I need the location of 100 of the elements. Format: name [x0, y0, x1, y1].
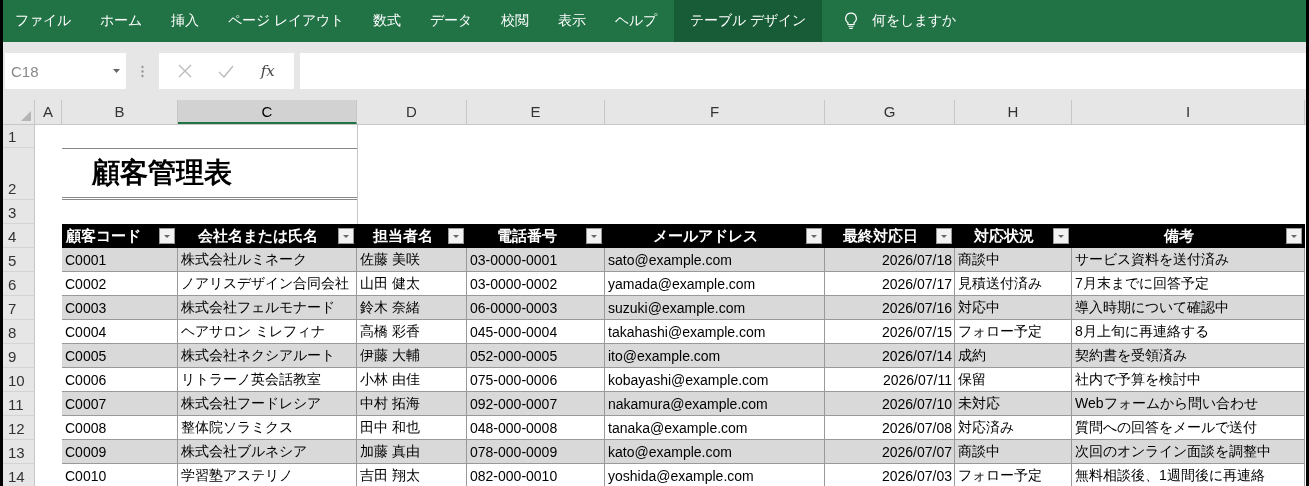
table-cell: ヘアサロン ミレフィナ: [181, 322, 325, 341]
table-cell: 078-000-0009: [470, 443, 558, 460]
table-cell: 2026/07/17: [881, 275, 952, 292]
filter-dropdown-icon[interactable]: [586, 228, 602, 244]
column-header[interactable]: H: [955, 100, 1072, 124]
table-cell: 対応済み: [958, 418, 1014, 437]
row-header[interactable]: 11: [3, 392, 35, 416]
ribbon-tab[interactable]: 校閲: [488, 0, 542, 42]
table-cell: 株式会社ルミネーク: [181, 250, 307, 269]
table-cell: 06-0000-0003: [470, 299, 558, 316]
row-header[interactable]: 7: [3, 296, 35, 320]
table-cell: nakamura@example.com: [608, 395, 768, 412]
row-header[interactable]: 6: [3, 272, 35, 296]
table-cell: 2026/07/11: [882, 371, 952, 388]
table-cell: ノアリスデザイン合同会社: [181, 274, 349, 293]
row-header[interactable]: 12: [3, 416, 35, 440]
ribbon-tab[interactable]: 表示: [545, 0, 599, 42]
table-header: 電話番号: [496, 226, 557, 246]
filter-dropdown-icon[interactable]: [448, 228, 464, 244]
table-cell: 048-000-0008: [470, 419, 558, 436]
check-icon[interactable]: [218, 64, 235, 78]
table-cell: C0006: [65, 371, 107, 388]
table-cell: 2026/07/18: [881, 251, 952, 268]
table-cell: 株式会社フードレシア: [181, 394, 321, 413]
column-header[interactable]: A: [35, 100, 62, 124]
insert-function-button[interactable]: fx: [260, 62, 275, 80]
ribbon-tab[interactable]: ヘルプ: [602, 0, 670, 42]
table-cell: sato@example.com: [608, 251, 732, 268]
column-header[interactable]: I: [1072, 100, 1305, 124]
ribbon-tab[interactable]: ページ レイアウト: [216, 0, 357, 42]
grip-icon: [141, 64, 144, 78]
table-header: 顧客コード: [66, 226, 141, 246]
table-cell: 小林 由佳: [360, 370, 420, 389]
table-cell: ito@example.com: [608, 347, 721, 364]
table-cell: 商談中: [958, 442, 1000, 461]
ribbon-tab[interactable]: ファイル: [3, 0, 84, 42]
table-cell: C0001: [65, 251, 107, 268]
column-header[interactable]: E: [467, 100, 605, 124]
table-cell: 無料相談後、1週間後に再連絡: [1075, 466, 1265, 485]
table-cell: 導入時期について確認中: [1075, 298, 1229, 317]
table-cell: 092-000-0007: [470, 395, 558, 412]
tell-me-search[interactable]: 何をしますか: [871, 12, 956, 30]
filter-dropdown-icon[interactable]: [1286, 228, 1302, 244]
filter-dropdown-icon[interactable]: [806, 228, 822, 244]
row-header[interactable]: 4: [3, 224, 35, 248]
row-header[interactable]: 13: [3, 440, 35, 464]
ribbon-tab[interactable]: 数式: [360, 0, 414, 42]
ribbon-tab[interactable]: ホーム: [88, 0, 155, 42]
table-cell: 未対応: [958, 394, 1000, 413]
table-cell: C0003: [65, 299, 107, 316]
table-cell: 株式会社フェルモナード: [181, 298, 335, 317]
table-cell: 2026/07/07: [881, 443, 952, 460]
table-cell: 03-0000-0001: [470, 251, 558, 268]
table-cell: 田中 和也: [360, 418, 420, 437]
row-header[interactable]: 14: [3, 464, 35, 486]
table-cell: 中村 拓海: [360, 394, 420, 413]
filter-dropdown-icon[interactable]: [936, 228, 952, 244]
filter-dropdown-icon[interactable]: [159, 228, 175, 244]
table-cell: takahashi@example.com: [608, 323, 766, 340]
row-header[interactable]: 8: [3, 320, 35, 344]
table-cell: リトラーノ英会話教室: [181, 370, 321, 389]
table-cell: 高橋 彩香: [360, 322, 420, 341]
table-cell: 成約: [958, 346, 986, 365]
table-cell: 伊藤 大輔: [360, 346, 420, 365]
table-cell: C0007: [65, 395, 107, 412]
table-cell: 082-000-0010: [470, 467, 558, 484]
table-cell: 2026/07/10: [881, 395, 952, 412]
ribbon-tab[interactable]: データ: [417, 0, 485, 42]
filter-dropdown-icon[interactable]: [1053, 228, 1069, 244]
table-header: メールアドレス: [653, 226, 758, 246]
row-header[interactable]: 1: [3, 125, 35, 148]
table-cell: 7月末までに回答予定: [1075, 274, 1209, 293]
column-header[interactable]: G: [825, 100, 955, 124]
table-cell: Webフォームから問い合わせ: [1075, 394, 1258, 413]
table-cell: 2026/07/03: [881, 467, 952, 484]
column-header[interactable]: D: [357, 100, 467, 124]
caret-icon: [113, 69, 120, 73]
ribbon-tab[interactable]: テーブル デザイン: [673, 0, 822, 42]
table-cell: 2026/07/15: [881, 323, 952, 340]
table-cell: 2026/07/08: [881, 419, 952, 436]
table-cell: 075-000-0006: [470, 371, 558, 388]
filter-dropdown-icon[interactable]: [338, 228, 354, 244]
sheet-title: 顧客管理表: [92, 156, 232, 190]
row-header[interactable]: 3: [3, 200, 35, 224]
name-box[interactable]: C18: [5, 53, 126, 89]
row-header[interactable]: 5: [3, 248, 35, 272]
table-cell: 佐藤 美咲: [360, 250, 420, 269]
table-cell: 03-0000-0002: [470, 275, 558, 292]
table-cell: 質問への回答をメールで送付: [1075, 418, 1257, 437]
row-header[interactable]: 9: [3, 344, 35, 368]
row-header[interactable]: 2: [3, 148, 35, 200]
ribbon-tab[interactable]: 挿入: [159, 0, 212, 42]
table-cell: 契約書を受領済み: [1075, 346, 1187, 365]
column-header[interactable]: F: [605, 100, 825, 124]
table-cell: 045-000-0004: [470, 323, 558, 340]
row-header[interactable]: 10: [3, 368, 35, 392]
table-cell: tanaka@example.com: [608, 419, 748, 436]
table-cell: kato@example.com: [608, 443, 732, 460]
column-header[interactable]: C: [178, 100, 357, 124]
table-cell: フォロー予定: [958, 322, 1042, 341]
